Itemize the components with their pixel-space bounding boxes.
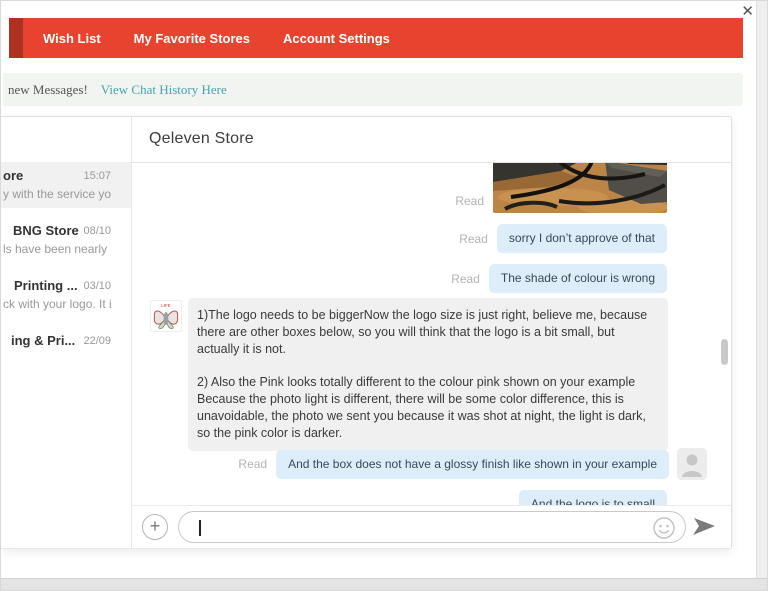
- message-row: Read The shade of colour is wrong: [132, 264, 731, 293]
- nav-item-favorite-stores[interactable]: My Favorite Stores: [134, 31, 250, 46]
- window-bottom-edge: [1, 578, 767, 590]
- close-icon[interactable]: ✕: [741, 3, 754, 21]
- message-row: Read And the box does not have a glossy …: [132, 448, 731, 480]
- message-input-bar: +: [132, 505, 731, 548]
- chat-store-title: Qeleven Store: [149, 130, 254, 148]
- conversation-preview: y with the service yo: [3, 187, 121, 201]
- emoji-smiley-icon[interactable]: [652, 516, 676, 540]
- conversation-time: 15:07: [83, 170, 111, 182]
- nav-item-account-settings[interactable]: Account Settings: [283, 31, 390, 46]
- message-row: Read: [132, 163, 731, 213]
- conversation-item[interactable]: BNG Store 08/10 ls have been nearly: [1, 217, 131, 263]
- window-right-edge: [756, 1, 767, 579]
- conversation-item[interactable]: ore 15:07 y with the service yo: [1, 162, 131, 208]
- read-receipt: Read: [451, 272, 480, 286]
- message-row: LIFE 1)The logo needs to be biggerNow th…: [132, 298, 731, 451]
- chat-panel: ore 15:07 y with the service yo BNG Stor…: [1, 116, 732, 549]
- sent-photo-message[interactable]: [493, 163, 667, 213]
- attach-plus-button[interactable]: +: [142, 514, 168, 540]
- conversation-time: 22/09: [83, 335, 111, 347]
- nav-item-wish-list[interactable]: Wish List: [43, 31, 101, 46]
- store-message-bubble[interactable]: 1)The logo needs to be biggerNow the log…: [188, 298, 668, 451]
- read-receipt: Read: [455, 194, 484, 208]
- user-message-bubble[interactable]: sorry I don’t approve of that: [497, 224, 667, 253]
- conversation-title: BNG Store: [13, 223, 79, 238]
- chat-main: Qeleven Store Read: [132, 117, 731, 548]
- conversation-preview: ls have been nearly: [3, 242, 121, 256]
- conversation-time: 03/10: [83, 280, 111, 292]
- store-message-paragraph: 1)The logo needs to be biggerNow the log…: [197, 307, 659, 358]
- top-navbar: Wish List My Favorite Stores Account Set…: [9, 18, 743, 58]
- conversation-title: Printing ...: [14, 278, 78, 293]
- user-avatar: [677, 448, 707, 480]
- chat-scrollbar-thumb[interactable]: [721, 339, 728, 365]
- view-chat-history-link[interactable]: View Chat History Here: [101, 82, 227, 98]
- message-input[interactable]: [178, 511, 686, 543]
- app-window: ✕ Wish List My Favorite Stores Account S…: [0, 0, 768, 591]
- chat-header: Qeleven Store: [132, 117, 731, 163]
- message-list[interactable]: Read: [132, 163, 731, 548]
- read-receipt: Read: [459, 232, 488, 246]
- conversation-preview: ck with your logo. It i: [3, 297, 121, 311]
- photo-image: [493, 163, 667, 213]
- messages-notice-bar: new Messages! View Chat History Here: [3, 73, 743, 106]
- navbar-lead-block: [9, 18, 23, 58]
- store-avatar: LIFE: [150, 300, 182, 332]
- read-receipt: Read: [238, 457, 267, 471]
- conversation-title: ore: [3, 168, 23, 183]
- user-message-bubble[interactable]: The shade of colour is wrong: [489, 264, 667, 293]
- conversation-item[interactable]: ing & Pri... 22/09: [1, 327, 131, 373]
- store-message-paragraph: 2) Also the Pink looks totally different…: [197, 374, 659, 442]
- new-messages-text: new Messages!: [8, 82, 88, 98]
- conversation-item[interactable]: Printing ... 03/10 ck with your logo. It…: [1, 272, 131, 318]
- svg-text:LIFE: LIFE: [161, 303, 171, 308]
- conversation-time: 08/10: [83, 225, 111, 237]
- conversation-title: ing & Pri...: [11, 333, 75, 348]
- conversation-sidebar: ore 15:07 y with the service yo BNG Stor…: [1, 117, 132, 548]
- text-caret: [199, 520, 201, 536]
- user-message-bubble[interactable]: And the box does not have a glossy finis…: [276, 450, 669, 479]
- send-icon[interactable]: [692, 517, 716, 537]
- person-icon: [677, 448, 707, 480]
- butterfly-logo-icon: LIFE: [151, 301, 181, 331]
- message-row: Read sorry I don’t approve of that: [132, 224, 731, 253]
